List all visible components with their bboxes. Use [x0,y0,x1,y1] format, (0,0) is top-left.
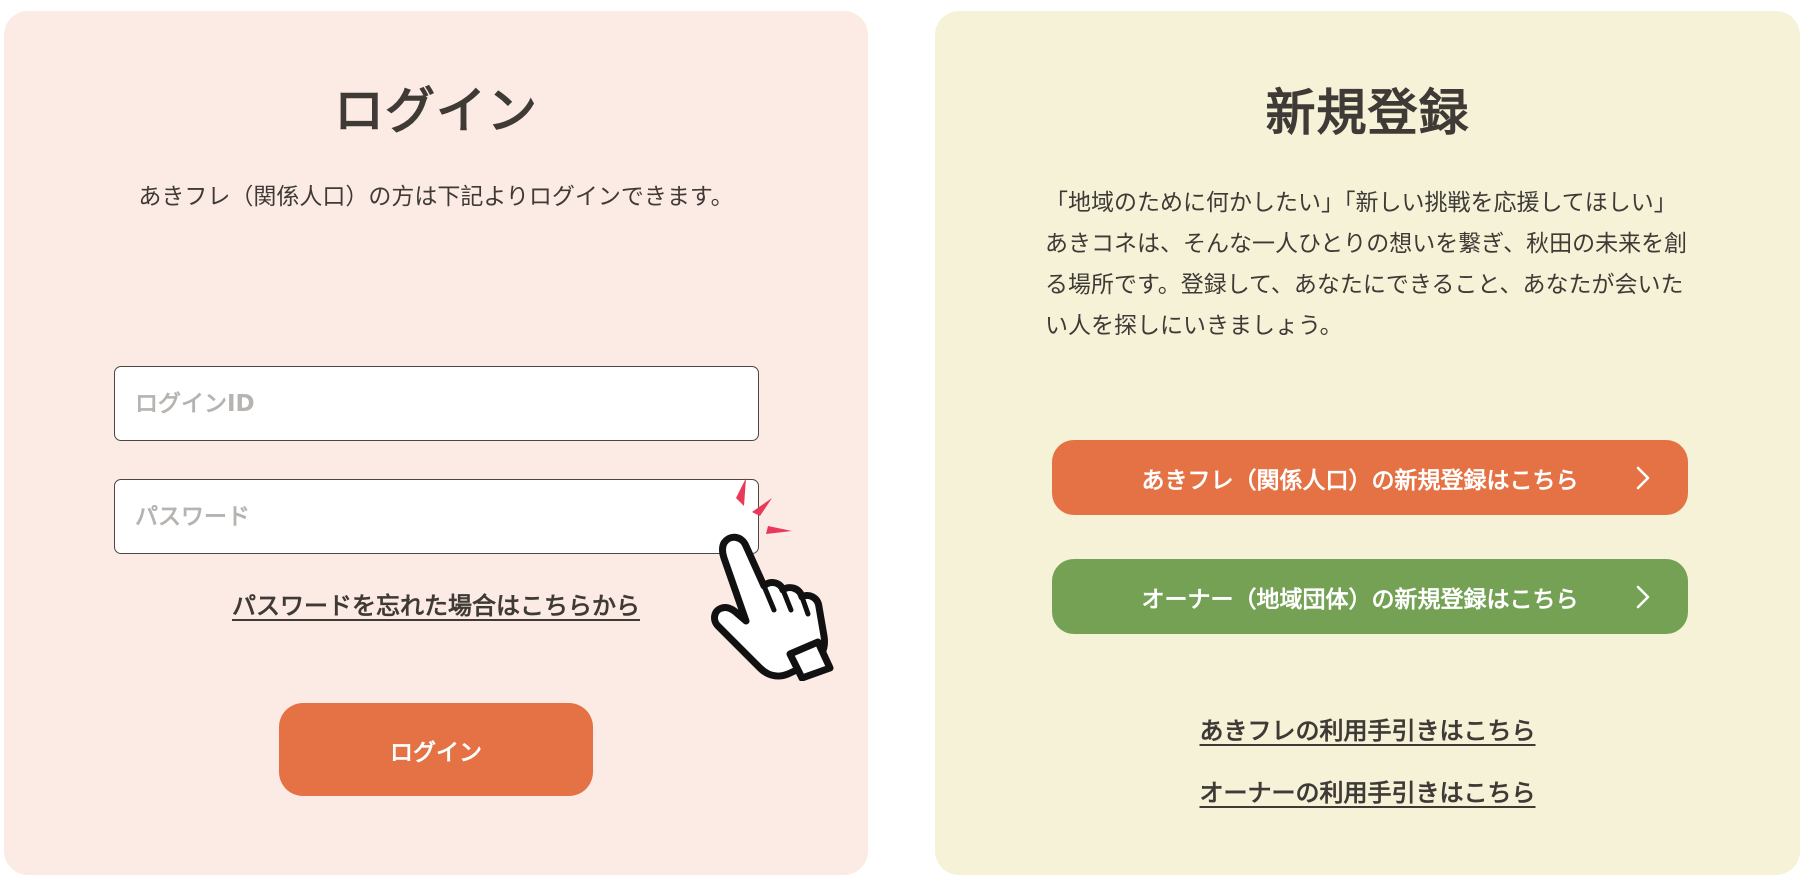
chevron-right-icon [1636,585,1650,609]
owner-guide-link[interactable]: オーナーの利用手引きはこちら [935,773,1800,808]
owner-register-button[interactable]: オーナー（地域団体）の新規登録はこちら [1052,559,1688,634]
owner-register-label: オーナー（地域団体）の新規登録はこちら [1141,586,1579,613]
akifure-register-button[interactable]: あきフレ（関係人口）の新規登録はこちら [1052,440,1688,515]
register-title: 新規登録 [1265,84,1470,142]
register-panel: 新規登録 「地域のために何かしたい」「新しい挑戦を応援してほしい」 あきコネは、… [935,11,1800,875]
password-input[interactable] [114,479,759,554]
chevron-right-icon [1636,466,1650,490]
register-description: 「地域のために何かしたい」「新しい挑戦を応援してほしい」 あきコネは、そんな一人… [1045,190,1688,339]
login-title: ログイン [334,82,538,140]
login-panel: ログイン あきフレ（関係人口）の方は下記よりログインできます。 パスワードを忘れ… [4,11,868,875]
login-button[interactable]: ログイン [279,703,593,796]
akifure-guide-link[interactable]: あきフレの利用手引きはこちら [935,711,1800,746]
hand-pointer-icon [711,478,834,681]
login-id-input[interactable] [114,366,759,441]
login-description: あきフレ（関係人口）の方は下記よりログインできます。 [138,184,734,210]
akifure-register-label: あきフレ（関係人口）の新規登録はこちら [1141,467,1579,494]
